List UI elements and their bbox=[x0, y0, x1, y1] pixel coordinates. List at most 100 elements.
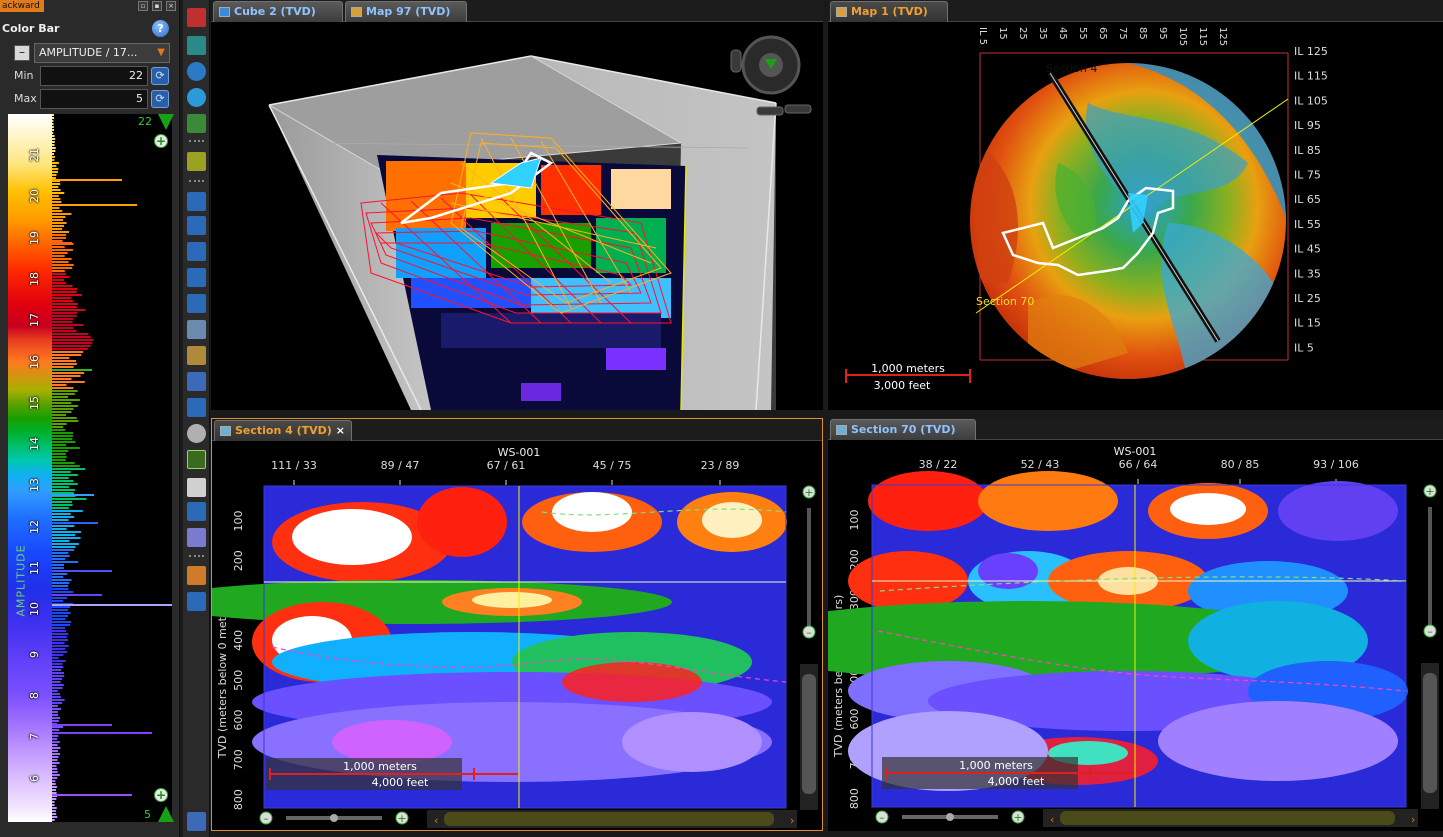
help-icon[interactable]: ? bbox=[152, 20, 169, 37]
section-70-viewport[interactable]: TVD (meters below 0 meters)1002003004005… bbox=[828, 441, 1443, 831]
light-icon[interactable] bbox=[187, 424, 206, 443]
backward-tab[interactable]: ackward bbox=[0, 0, 44, 12]
trace-label: 89 / 47 bbox=[381, 459, 420, 472]
crossline-labels: IL 5 15 25 35 45 55 65 75 85 95 105 115 125 bbox=[977, 27, 1228, 46]
cube-3d-viewport[interactable] bbox=[211, 23, 823, 410]
histogram-bar bbox=[52, 294, 83, 296]
tab-cube-2[interactable]: Cube 2 (TVD) bbox=[213, 1, 343, 22]
histogram-bar bbox=[52, 375, 81, 377]
color-bar-tick: 17 bbox=[28, 313, 41, 328]
histogram-bar bbox=[52, 645, 69, 647]
close-tab-icon[interactable]: × bbox=[336, 421, 345, 440]
histogram-bar bbox=[52, 327, 74, 329]
histogram-bar bbox=[52, 555, 70, 557]
pan-icon[interactable] bbox=[187, 114, 206, 133]
histogram-bar bbox=[52, 162, 59, 164]
histogram-bar bbox=[52, 381, 85, 383]
histogram-bar bbox=[52, 390, 78, 392]
crossline-label: 25 bbox=[1017, 27, 1028, 40]
histogram-bar bbox=[52, 678, 63, 680]
document-icon[interactable] bbox=[187, 478, 206, 497]
zoom-icon[interactable] bbox=[187, 62, 206, 81]
horizontal-scrollbar: ‹ › bbox=[1043, 809, 1418, 827]
amplitude-region bbox=[622, 712, 762, 772]
histogram-bar bbox=[52, 597, 67, 599]
restore-icon[interactable]: ▫ bbox=[138, 1, 148, 11]
histogram-bar bbox=[52, 615, 68, 617]
tab-section-70[interactable]: Section 70 (TVD) bbox=[830, 419, 976, 440]
histogram-bar bbox=[52, 801, 55, 803]
reset-max-icon[interactable]: ⟳ bbox=[151, 90, 169, 108]
pin-icon[interactable]: ▪ bbox=[152, 1, 162, 11]
select-tool-icon[interactable] bbox=[187, 8, 206, 27]
close-icon[interactable]: × bbox=[166, 1, 176, 11]
expand-icon[interactable] bbox=[187, 812, 206, 831]
measure-icon[interactable] bbox=[187, 192, 206, 211]
rotate-icon[interactable] bbox=[187, 88, 206, 107]
min-marker-handle[interactable] bbox=[158, 806, 174, 822]
crossline-label: 45 bbox=[1057, 27, 1068, 40]
ruler-icon[interactable] bbox=[187, 216, 206, 235]
section-4-viewport[interactable]: TVD (meters below 0 meters)1002003004005… bbox=[212, 442, 822, 830]
histogram-bar bbox=[52, 573, 68, 575]
min-input[interactable]: 22 bbox=[40, 66, 148, 86]
tab-section-4[interactable]: Section 4 (TVD) × bbox=[214, 420, 352, 441]
color-bar[interactable]: AMPLITUDE 21 20 19 18 17 16 15 14 13 12 11 10 9 8 7 6 2… bbox=[8, 114, 174, 822]
histogram-bar bbox=[52, 633, 69, 635]
collapse-button[interactable]: – bbox=[14, 45, 30, 61]
layers-icon[interactable] bbox=[187, 320, 206, 339]
target-tool-icon[interactable] bbox=[187, 450, 206, 469]
brush-icon[interactable] bbox=[187, 566, 206, 585]
histogram-bar bbox=[52, 270, 65, 272]
depth-label: 100 bbox=[232, 511, 245, 532]
histogram-bar bbox=[52, 156, 55, 158]
zoom-in-icon-bottom[interactable]: + bbox=[154, 788, 168, 802]
histogram-bar bbox=[52, 579, 72, 581]
histogram-bar bbox=[52, 255, 65, 257]
histogram-bar bbox=[52, 816, 58, 818]
polyline-icon[interactable] bbox=[187, 242, 206, 261]
trace-label: 80 / 85 bbox=[1221, 458, 1260, 471]
map-viewport[interactable]: 1,000 meters 3,000 feet Section 4 Sectio… bbox=[828, 23, 1443, 410]
histogram-bar bbox=[52, 237, 67, 239]
histogram-bar bbox=[52, 648, 66, 650]
histogram-bar bbox=[52, 687, 63, 689]
histogram-bar bbox=[52, 588, 69, 590]
triangle-icon[interactable] bbox=[187, 372, 206, 391]
histogram-bar bbox=[52, 306, 77, 308]
polygon-icon[interactable] bbox=[187, 268, 206, 287]
points-icon[interactable] bbox=[187, 592, 206, 611]
rectangle-icon[interactable] bbox=[187, 294, 206, 313]
histogram-bar bbox=[52, 759, 58, 761]
histogram-bar bbox=[52, 291, 77, 293]
vertical-zoom-slider: +– bbox=[802, 485, 816, 639]
zoom-box-icon[interactable] bbox=[187, 36, 206, 55]
camera-icon[interactable] bbox=[187, 346, 206, 365]
histogram-bar bbox=[52, 735, 59, 737]
slope-icon[interactable] bbox=[187, 398, 206, 417]
histogram-bar bbox=[52, 666, 64, 668]
max-marker-handle[interactable] bbox=[158, 114, 174, 130]
attribute-select[interactable]: AMPLITUDE / 17... ▼ bbox=[34, 43, 170, 63]
histogram-bar bbox=[52, 372, 85, 374]
tab-map-97[interactable]: Map 97 (TVD) bbox=[345, 1, 467, 22]
zoom-in-icon[interactable]: + bbox=[154, 134, 168, 148]
tab-map-1[interactable]: Map 1 (TVD) bbox=[830, 1, 948, 22]
frame-icon[interactable] bbox=[187, 502, 206, 521]
histogram-bar bbox=[52, 537, 81, 539]
reset-min-icon[interactable]: ⟳ bbox=[151, 67, 169, 85]
histogram-bar bbox=[52, 513, 71, 515]
inline-label: IL 105 bbox=[1294, 94, 1328, 107]
depth-axis-title: TVD (meters below 0 meters) bbox=[216, 596, 229, 759]
crossline-label: 55 bbox=[1077, 27, 1088, 40]
grid-icon[interactable] bbox=[187, 528, 206, 547]
histogram-bar bbox=[52, 378, 72, 380]
max-input[interactable]: 5 bbox=[40, 89, 148, 109]
histogram-bar bbox=[52, 360, 77, 362]
pick-icon[interactable] bbox=[187, 152, 206, 171]
histogram-bar bbox=[52, 582, 70, 584]
navigation-widget[interactable] bbox=[721, 25, 813, 125]
svg-text:+: + bbox=[804, 486, 813, 499]
histogram-bar bbox=[52, 549, 75, 551]
depth-label: 400 bbox=[232, 630, 245, 651]
